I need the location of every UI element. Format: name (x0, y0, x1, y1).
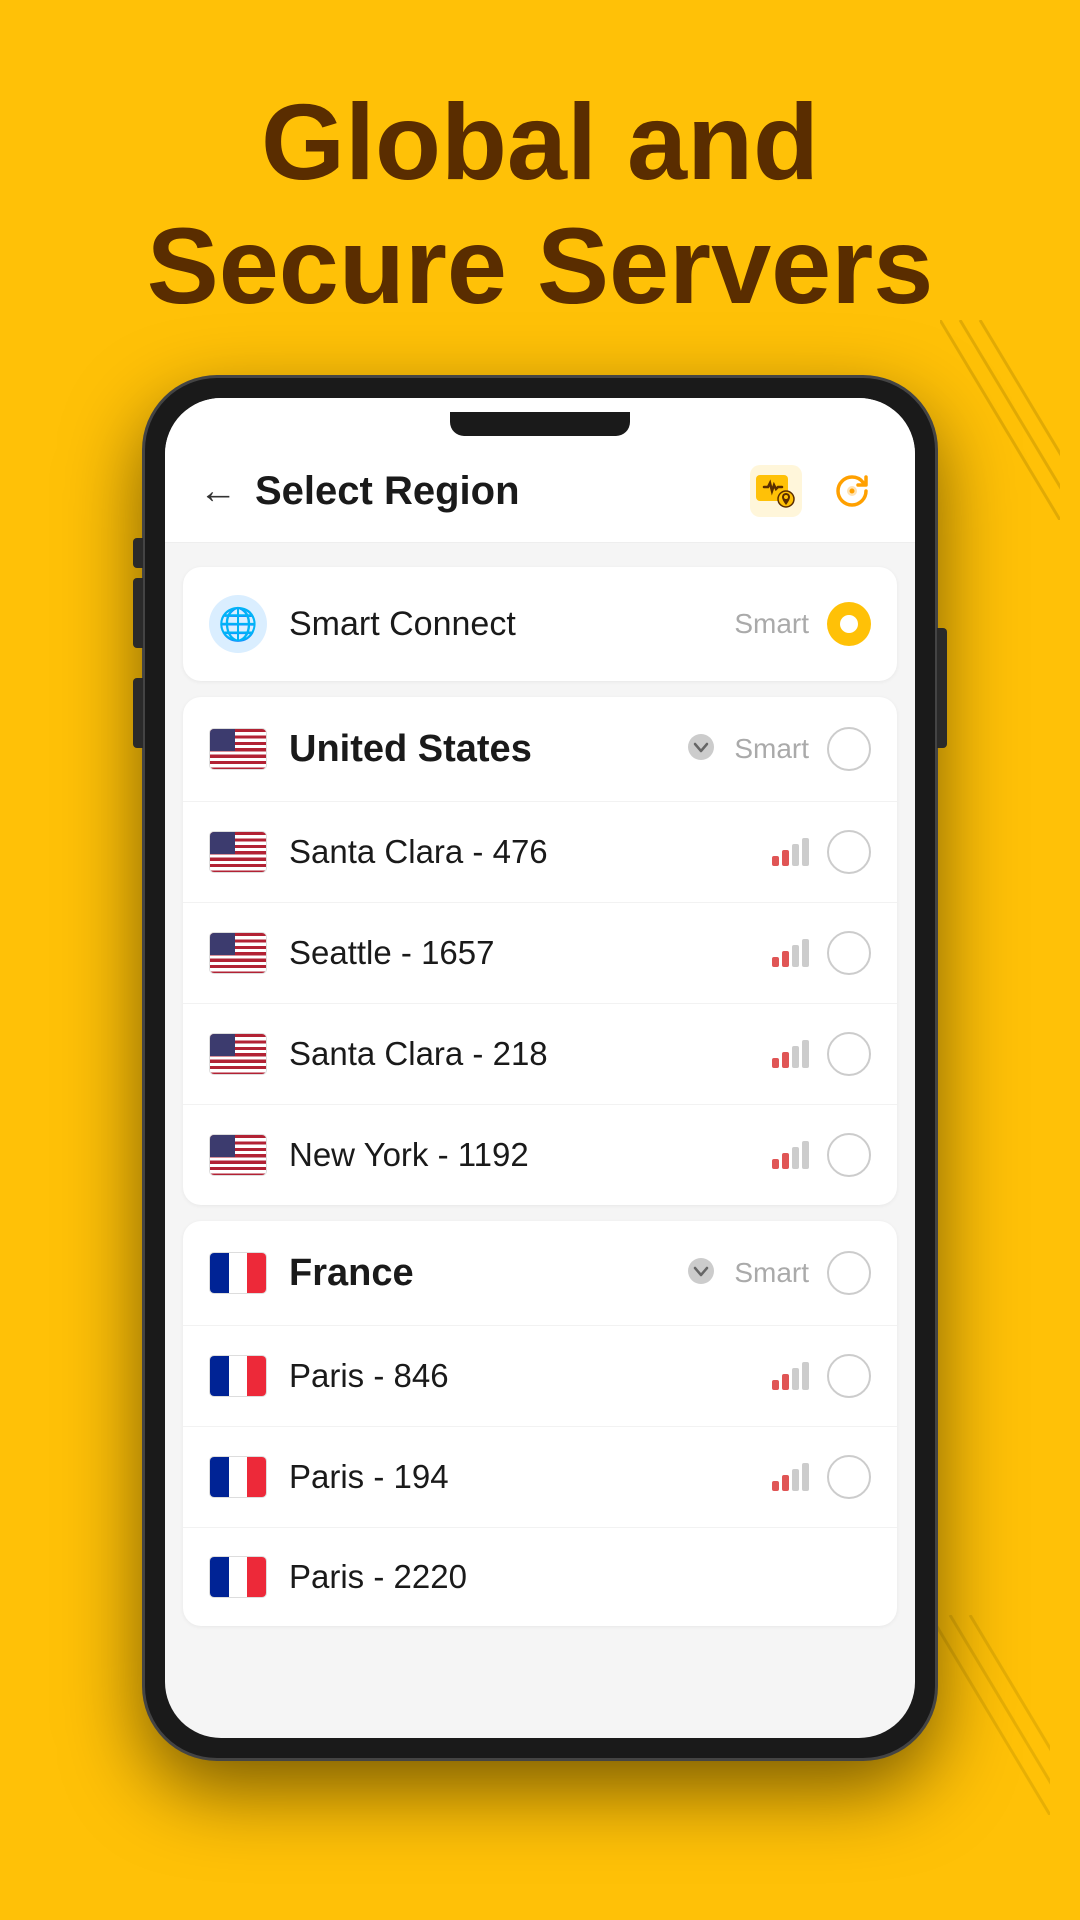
paris194-signal (772, 1463, 809, 1491)
us-smart-badge: Smart (734, 733, 809, 765)
smart-connect-item[interactable]: 🌐 Smart Connect Smart (183, 567, 897, 681)
us-city-item-1[interactable]: Seattle - 1657 (183, 903, 897, 1004)
sc218-label: Santa Clara - 218 (289, 1035, 772, 1073)
us-radio[interactable] (827, 727, 871, 771)
us-city-item-0[interactable]: Santa Clara - 476 (183, 802, 897, 903)
fr-city-item-2[interactable]: Paris - 2220 (183, 1528, 897, 1626)
fr-flag-paris2220 (209, 1556, 267, 1598)
smart-connect-label: Smart Connect (289, 605, 734, 644)
us-city-item-2[interactable]: Santa Clara - 218 (183, 1004, 897, 1105)
phone-shell: ← Select Region (145, 378, 935, 1758)
fr-flag-paris194 (209, 1456, 267, 1498)
header-actions (747, 462, 881, 520)
us-flag-seattle (209, 932, 267, 974)
france-radio[interactable] (827, 1251, 871, 1295)
volume-button-down (133, 678, 143, 748)
us-section: United States Smart (183, 697, 897, 1205)
fr-flag-paris846 (209, 1355, 267, 1397)
header-left: ← Select Region (199, 469, 520, 514)
france-smart-badge: Smart (734, 1257, 809, 1289)
app-header: ← Select Region (165, 436, 915, 543)
ny-radio[interactable] (827, 1133, 871, 1177)
us-flag-ny (209, 1134, 267, 1176)
phone-screen: ← Select Region (165, 398, 915, 1738)
paris194-radio[interactable] (827, 1455, 871, 1499)
fr-city-item-0[interactable]: Paris - 846 (183, 1326, 897, 1427)
us-country-header[interactable]: United States Smart (183, 697, 897, 802)
paris194-label: Paris - 194 (289, 1458, 772, 1496)
us-flag-sc476 (209, 831, 267, 873)
smart-connect-section: 🌐 Smart Connect Smart (183, 567, 897, 681)
page-background: Global and Secure Servers ← Select (0, 0, 1080, 1920)
globe-icon: 🌐 (209, 595, 267, 653)
sc476-label: Santa Clara - 476 (289, 833, 772, 871)
notch (450, 412, 630, 436)
france-name: France (289, 1252, 686, 1295)
fr-city-item-1[interactable]: Paris - 194 (183, 1427, 897, 1528)
paris846-signal (772, 1362, 809, 1390)
phone-container: ← Select Region (145, 378, 935, 1758)
volume-button-up (133, 578, 143, 648)
sc218-signal (772, 1040, 809, 1068)
ny-signal (772, 1141, 809, 1169)
server-list: 🌐 Smart Connect Smart (165, 543, 915, 1638)
silent-button (133, 538, 143, 568)
paris846-radio[interactable] (827, 1354, 871, 1398)
us-dropdown-arrow (686, 732, 716, 767)
france-section: France Smart (183, 1221, 897, 1626)
smart-connect-badge: Smart (734, 608, 809, 640)
decorative-lines-bottom (930, 1615, 1050, 1820)
seattle-signal (772, 939, 809, 967)
us-flag-sc218 (209, 1033, 267, 1075)
france-dropdown-arrow (686, 1256, 716, 1291)
ny-label: New York - 1192 (289, 1136, 772, 1174)
paris2220-label: Paris - 2220 (289, 1558, 871, 1596)
header-title: Select Region (255, 469, 520, 514)
back-button[interactable]: ← (199, 472, 237, 510)
smart-connect-radio[interactable] (827, 602, 871, 646)
france-country-header[interactable]: France Smart (183, 1221, 897, 1326)
seattle-radio[interactable] (827, 931, 871, 975)
seattle-label: Seattle - 1657 (289, 934, 772, 972)
us-city-item-3[interactable]: New York - 1192 (183, 1105, 897, 1205)
us-country-name: United States (289, 728, 686, 771)
sc218-radio[interactable] (827, 1032, 871, 1076)
power-button (937, 628, 947, 748)
page-title: Global and Secure Servers (87, 0, 994, 378)
sc476-signal (772, 838, 809, 866)
status-bar (165, 398, 915, 436)
us-flag (209, 728, 267, 770)
sc476-radio[interactable] (827, 830, 871, 874)
fr-flag (209, 1252, 267, 1294)
refresh-icon[interactable] (823, 462, 881, 520)
location-pin-icon[interactable] (747, 462, 805, 520)
paris846-label: Paris - 846 (289, 1357, 772, 1395)
